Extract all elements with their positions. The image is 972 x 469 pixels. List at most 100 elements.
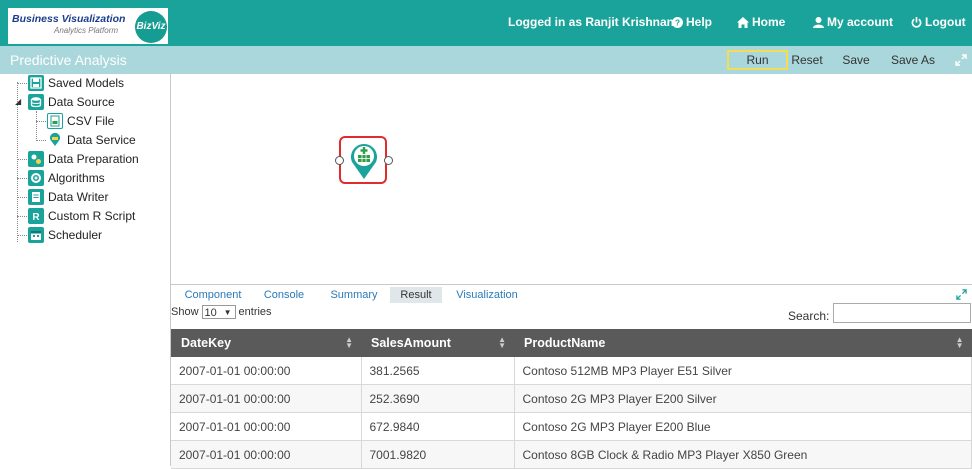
tab-visualization[interactable]: Visualization — [451, 287, 523, 303]
tab-summary[interactable]: Summary — [326, 287, 382, 303]
tree-guide-line — [17, 82, 18, 242]
home-link[interactable]: Home — [737, 15, 785, 29]
save-button[interactable]: Save — [838, 50, 874, 70]
data-service-node[interactable] — [339, 136, 387, 184]
custom-r-script-icon: R — [28, 208, 44, 224]
tree-item-label: Custom R Script — [48, 209, 136, 223]
tree-item-scheduler[interactable]: Scheduler — [28, 226, 102, 244]
run-button[interactable]: Run — [727, 50, 788, 70]
tree-item-label: Data Preparation — [48, 152, 139, 166]
tree-item-label: Algorithms — [48, 171, 105, 185]
column-header-productname[interactable]: ProductName ▲ ▼ — [514, 329, 972, 357]
tab-component[interactable]: Component — [179, 287, 247, 303]
scheduler-icon — [28, 227, 44, 243]
page-title: Predictive Analysis — [10, 52, 127, 68]
tree-item-custom-r-script[interactable]: R Custom R Script — [28, 207, 135, 225]
table-row[interactable]: 2007-01-01 00:00:00 381.2565 Contoso 512… — [171, 357, 972, 385]
tree-guide-line — [36, 111, 37, 141]
tree-item-data-service[interactable]: Data Service — [47, 131, 136, 149]
reset-button[interactable]: Reset — [789, 50, 825, 70]
node-input-port[interactable] — [335, 156, 344, 165]
cell-salesamount: 252.3690 — [361, 384, 515, 413]
tree-guide-line — [36, 140, 46, 141]
sort-icon: ▲ ▼ — [955, 335, 964, 350]
cell-datekey: 2007-01-01 00:00:00 — [171, 384, 362, 413]
logout-label: Logout — [925, 15, 966, 29]
search-label: Search: — [788, 309, 830, 323]
svg-text:R: R — [32, 212, 40, 222]
tree-guide-line — [17, 197, 27, 198]
column-header-label: ProductName — [524, 336, 606, 350]
tree-collapse-toggle[interactable]: ◢ — [15, 98, 21, 106]
column-header-label: DateKey — [181, 336, 232, 350]
csv-file-icon — [47, 113, 63, 129]
tree-item-algorithms[interactable]: Algorithms — [28, 169, 105, 187]
logo-subtitle: Analytics Platform — [54, 26, 119, 35]
column-header-label: SalesAmount — [371, 336, 451, 350]
tree-item-data-source[interactable]: Data Source — [28, 93, 115, 111]
model-canvas[interactable] — [171, 74, 972, 284]
tree-item-csv-file[interactable]: CSV File — [47, 112, 114, 130]
cell-datekey: 2007-01-01 00:00:00 — [171, 357, 362, 385]
column-header-salesamount[interactable]: SalesAmount ▲ ▼ — [361, 329, 514, 357]
tree-item-data-preparation[interactable]: Data Preparation — [28, 150, 139, 168]
help-link[interactable]: ? Help — [672, 15, 712, 29]
table-row[interactable]: 2007-01-01 00:00:00 672.9840 Contoso 2G … — [171, 412, 972, 441]
tree-item-data-writer[interactable]: Data Writer — [28, 188, 108, 206]
tab-console[interactable]: Console — [257, 287, 311, 303]
tree-item-label: Saved Models — [48, 76, 125, 90]
cell-salesamount: 672.9840 — [361, 412, 515, 441]
maximize-icon[interactable] — [955, 54, 967, 66]
my-account-link[interactable]: My account — [813, 15, 893, 29]
node-output-port[interactable] — [384, 156, 393, 165]
cell-datekey: 2007-01-01 00:00:00 — [171, 412, 362, 441]
entries-control: Show 10 ▼ entries — [171, 305, 272, 319]
data-source-icon — [28, 94, 44, 110]
tree-guide-line — [36, 121, 46, 122]
cell-salesamount: 381.2565 — [361, 357, 515, 385]
app-logo[interactable]: Business Visualization Analytics Platfor… — [8, 8, 168, 44]
power-icon — [911, 16, 922, 28]
my-account-label: My account — [827, 15, 894, 29]
svg-text:?: ? — [675, 18, 680, 27]
home-icon — [737, 16, 749, 28]
save-as-button[interactable]: Save As — [886, 50, 940, 70]
tree-guide-line — [17, 83, 27, 84]
chevron-down-icon: ▼ — [223, 308, 232, 317]
logged-in-text: Logged in as Ranjit Krishnan — [508, 15, 675, 29]
table-header-row: DateKey ▲ ▼ SalesAmount ▲ ▼ ProductName ▲ ▼ — [171, 329, 972, 357]
data-service-icon — [47, 132, 63, 148]
top-header: Business Visualization Analytics Platfor… — [0, 0, 972, 46]
expand-panel-icon[interactable] — [956, 289, 967, 300]
results-table: DateKey ▲ ▼ SalesAmount ▲ ▼ ProductName ▲ ▼… — [171, 329, 972, 469]
cell-productname: Contoso 2G MP3 Player E200 Silver — [514, 384, 972, 413]
tree-item-label: CSV File — [67, 114, 115, 128]
component-tree: ◢ Saved Models Data Source CSV File Data… — [0, 74, 171, 466]
cell-salesamount: 7001.9820 — [361, 440, 515, 469]
tab-result[interactable]: Result — [390, 287, 442, 303]
help-icon: ? — [672, 16, 683, 28]
table-row[interactable]: 2007-01-01 00:00:00 252.3690 Contoso 2G … — [171, 384, 972, 413]
cell-datekey: 2007-01-01 00:00:00 — [171, 440, 362, 469]
data-preparation-icon — [28, 151, 44, 167]
home-label: Home — [752, 15, 786, 29]
table-row[interactable]: 2007-01-01 00:00:00 7001.9820 Contoso 8G… — [171, 440, 972, 469]
logo-badge: BizViz — [135, 11, 167, 43]
results-panel: Component Console Summary Result Visuali… — [171, 284, 972, 469]
logout-link[interactable]: Logout — [911, 15, 966, 29]
cell-productname: Contoso 2G MP3 Player E200 Blue — [514, 412, 972, 441]
search-input[interactable] — [833, 303, 971, 323]
logged-in-user: Logged in as Ranjit Krishnan — [508, 15, 674, 29]
results-tabs: Component Console Summary Result Visuali… — [171, 285, 972, 303]
tree-item-label: Data Writer — [48, 190, 109, 204]
column-header-datekey[interactable]: DateKey ▲ ▼ — [171, 329, 361, 357]
data-service-node-icon — [351, 144, 377, 179]
tree-guide-line — [17, 159, 27, 160]
cell-productname: Contoso 8GB Clock & Radio MP3 Player X85… — [514, 440, 972, 469]
help-label: Help — [686, 15, 713, 29]
sort-icon: ▲ ▼ — [498, 335, 506, 350]
title-bar: Predictive Analysis — [0, 46, 972, 74]
tree-item-saved-models[interactable]: Saved Models — [28, 74, 124, 92]
algorithms-icon — [28, 170, 44, 186]
entries-select[interactable]: 10 ▼ — [201, 305, 236, 319]
